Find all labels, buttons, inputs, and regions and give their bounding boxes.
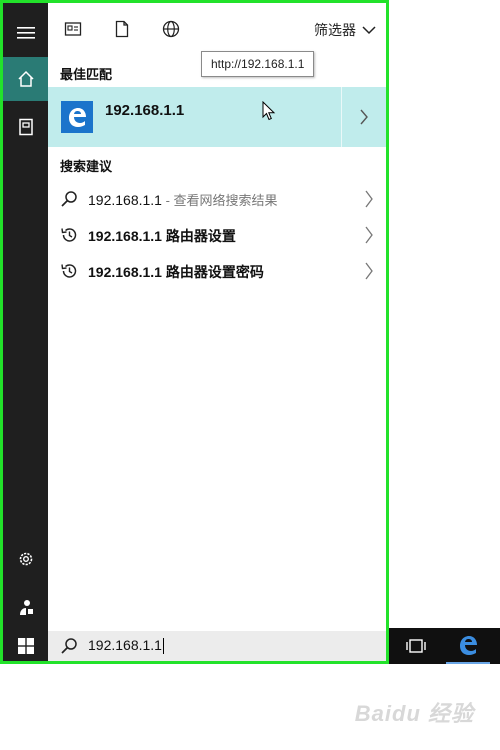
suggestion-item[interactable]: 192.168.1.1 - 查看网络搜索结果 (48, 181, 386, 217)
rail-home-button[interactable] (3, 57, 48, 101)
home-icon (17, 70, 34, 87)
chevron-right-icon (360, 109, 368, 125)
web-scope-button[interactable] (160, 18, 182, 40)
suggestion-text: 192.168.1.1 - 查看网络搜索结果 (88, 192, 278, 208)
start-rail (3, 3, 48, 661)
windows-logo-icon (17, 638, 34, 654)
suggestions-heading: 搜索建议 (60, 159, 113, 174)
best-match-expand-button[interactable] (341, 87, 386, 147)
task-view-icon (406, 639, 426, 653)
search-icon (61, 638, 77, 654)
document-icon (115, 20, 129, 38)
taskbar-edge-button[interactable] (446, 628, 490, 664)
search-box[interactable]: 192.168.1.1 (48, 631, 386, 661)
search-scope-bar: 筛选器 (48, 3, 386, 55)
best-match-app-icon (61, 101, 93, 133)
task-view-button[interactable] (398, 628, 434, 664)
history-icon (61, 264, 77, 278)
best-match-item[interactable]: 192.168.1.1 (48, 87, 386, 147)
suggestion-text: 192.168.1.1 路由器设置 (88, 228, 236, 244)
globe-icon (162, 20, 180, 38)
best-match-heading: 最佳匹配 (60, 67, 113, 82)
chevron-down-icon (362, 26, 376, 35)
feedback-person-icon (19, 600, 33, 615)
notebook-icon (18, 118, 33, 136)
search-input[interactable]: 192.168.1.1 (88, 637, 164, 655)
chevron-right-icon[interactable] (364, 190, 374, 208)
suggestion-suffix: - 查看网络搜索结果 (161, 193, 278, 208)
chevron-right-icon[interactable] (364, 262, 374, 280)
rail-settings-button[interactable] (3, 537, 48, 581)
suggestion-item[interactable]: 192.168.1.1 路由器设置密码 (48, 253, 386, 289)
windows-start-button[interactable] (3, 631, 48, 661)
search-icon (61, 191, 77, 207)
rail-notebook-button[interactable] (3, 105, 48, 149)
url-tooltip: http://192.168.1.1 (201, 51, 315, 77)
documents-scope-button[interactable] (111, 18, 133, 40)
hamburger-icon (16, 27, 35, 39)
edge-icon (69, 108, 86, 127)
gear-icon (19, 552, 32, 566)
mouse-cursor-icon (262, 101, 276, 121)
rail-feedback-button[interactable] (3, 585, 48, 629)
news-scope-button[interactable] (62, 18, 84, 40)
watermark: Baidu 经验 (354, 701, 474, 726)
search-results-panel: 筛选器 http://192.168.1.1 最佳匹配 192.168.1.1 … (48, 3, 386, 661)
suggestion-item[interactable]: 192.168.1.1 路由器设置 (48, 217, 386, 253)
text-caret (162, 638, 164, 655)
history-icon (61, 228, 77, 242)
chevron-right-icon[interactable] (364, 226, 374, 244)
edge-icon (460, 636, 477, 655)
start-search-window: 筛选器 http://192.168.1.1 最佳匹配 192.168.1.1 … (0, 0, 389, 664)
best-match-title: 192.168.1.1 (105, 102, 185, 119)
filter-label: 筛选器 (314, 22, 356, 38)
hamburger-menu-button[interactable] (3, 11, 48, 55)
news-icon (64, 22, 82, 36)
suggestion-text: 192.168.1.1 路由器设置密码 (88, 264, 264, 280)
filter-dropdown[interactable]: 筛选器 (314, 20, 376, 40)
